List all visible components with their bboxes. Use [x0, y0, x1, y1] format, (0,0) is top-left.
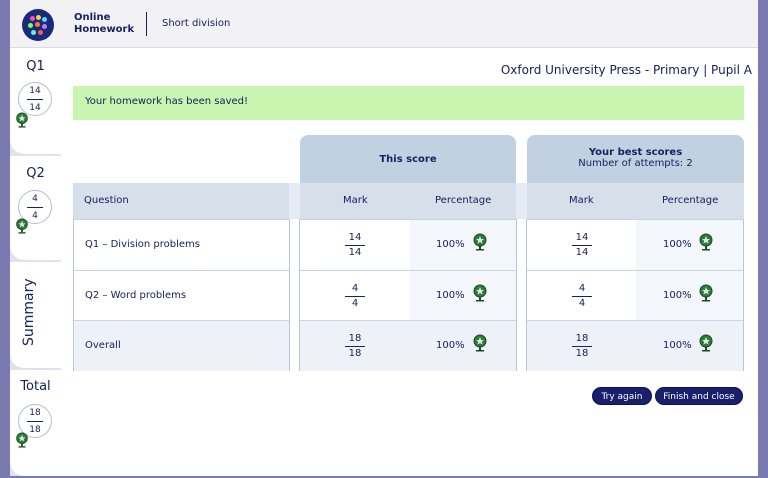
trophy-icon: [16, 432, 28, 448]
mark-denominator: 4: [351, 298, 359, 309]
q1-score-circle: 14 14: [18, 82, 52, 116]
sidebar-tab-q2[interactable]: Q2 4 4: [10, 156, 61, 260]
best-mark-fraction: 44: [570, 283, 594, 310]
row-question-label: Q2 – Word problems: [85, 290, 187, 301]
best-mark-fraction: 18 18: [570, 333, 594, 360]
trophy-icon: [699, 334, 713, 352]
sidebar-tab-summary[interactable]: Summary: [10, 262, 61, 368]
header-divider: [146, 12, 147, 36]
trophy-icon: [473, 233, 487, 251]
sidebar-tab-total-label: Total: [20, 379, 51, 394]
best-mark-numerator: 4: [578, 283, 586, 294]
mark-fraction: 18 18: [343, 333, 367, 360]
col-header-best-percentage: Percentage: [636, 183, 744, 219]
q2-score: 4: [32, 194, 38, 204]
best-percentage-value: 100%: [663, 340, 692, 351]
best-mark-denominator: 14: [575, 247, 589, 258]
trophy-icon: [473, 284, 487, 302]
saved-banner: Your homework has been saved!: [73, 86, 744, 120]
this-score-title: This score: [379, 154, 437, 165]
trophy-icon: [699, 284, 713, 302]
table-row: Q2 – Word problems: [74, 270, 289, 321]
trophy-icon: [699, 233, 713, 251]
sidebar-tab-q1-label: Q1: [26, 59, 45, 74]
mark-fraction: 14 14: [343, 232, 367, 259]
percentage-value: 100%: [436, 239, 465, 250]
col-best-mark-label: Mark: [569, 195, 594, 206]
mark-denominator: 18: [348, 348, 362, 359]
row-question-label: Overall: [85, 340, 121, 351]
q1-score: 14: [29, 86, 41, 96]
best-mark-denominator: 18: [575, 348, 589, 359]
question-table: Q1 – Division problems Q2 – Word problem…: [73, 219, 290, 371]
sidebar-tab-total[interactable]: Total 18 18: [10, 370, 61, 476]
sidebar-tab-q2-label: Q2: [26, 166, 45, 181]
finish-and-close-button[interactable]: Finish and close: [655, 387, 743, 405]
mark-fraction: 44: [343, 283, 367, 310]
total-score: 18: [29, 408, 41, 418]
col-header-percentage: Percentage: [410, 183, 516, 219]
best-scores-title: Your best scores: [588, 147, 683, 158]
attempts-count: Number of attempts: 2: [578, 158, 693, 169]
percentage-value: 100%: [436, 290, 465, 301]
row-question-label: Q1 – Division problems: [85, 239, 200, 250]
mark-numerator: 14: [348, 232, 362, 243]
best-mark-fraction: 14 14: [570, 232, 594, 259]
col-mark-label: Mark: [343, 195, 368, 206]
col-header-best-mark: Mark: [527, 183, 636, 219]
saved-message: Your homework has been saved!: [85, 96, 249, 107]
sidebar-tab-q1[interactable]: Q1 14 14: [10, 48, 61, 154]
sidebar-tab-summary-label: Summary: [21, 278, 37, 346]
mark-denominator: 14: [348, 247, 362, 258]
trophy-icon: [16, 112, 28, 128]
app-window: Online Homework Short division Q1 14 14 …: [10, 0, 758, 476]
trophy-icon: [473, 334, 487, 352]
col-header-gap: [289, 183, 300, 219]
col-question-label: Question: [84, 195, 129, 206]
best-mark-numerator: 14: [575, 232, 589, 243]
trophy-icon: [16, 218, 28, 234]
percentage-value: 100%: [436, 340, 465, 351]
col-best-percentage-label: Percentage: [662, 195, 719, 206]
this-score-header: This score: [300, 135, 516, 183]
best-scores-header: Your best scores Number of attempts: 2: [527, 135, 744, 183]
app-name: Online Homework: [74, 12, 135, 35]
col-header-mark: Mark: [300, 183, 410, 219]
table-row: Overall: [74, 320, 289, 371]
sidebar: Q1 14 14 Q2 4 4 Summary Total 18 18: [10, 48, 61, 476]
best-mark-numerator: 18: [575, 333, 589, 344]
try-again-button[interactable]: Try again: [592, 387, 652, 405]
app-logo: [22, 9, 54, 41]
publisher-info: Oxford University Press - Primary | Pupi…: [500, 63, 752, 77]
col-header-question: Question: [73, 183, 289, 219]
page-subject: Short division: [162, 18, 231, 29]
table-row: Q1 – Division problems: [74, 219, 289, 270]
col-header-gap: [516, 183, 527, 219]
mark-numerator: 4: [351, 283, 359, 294]
best-mark-denominator: 4: [578, 298, 586, 309]
mark-numerator: 18: [348, 333, 362, 344]
best-percentage-value: 100%: [663, 290, 692, 301]
header-bar: Online Homework Short division: [10, 0, 758, 48]
best-percentage-value: 100%: [663, 239, 692, 250]
col-percentage-label: Percentage: [435, 195, 492, 206]
